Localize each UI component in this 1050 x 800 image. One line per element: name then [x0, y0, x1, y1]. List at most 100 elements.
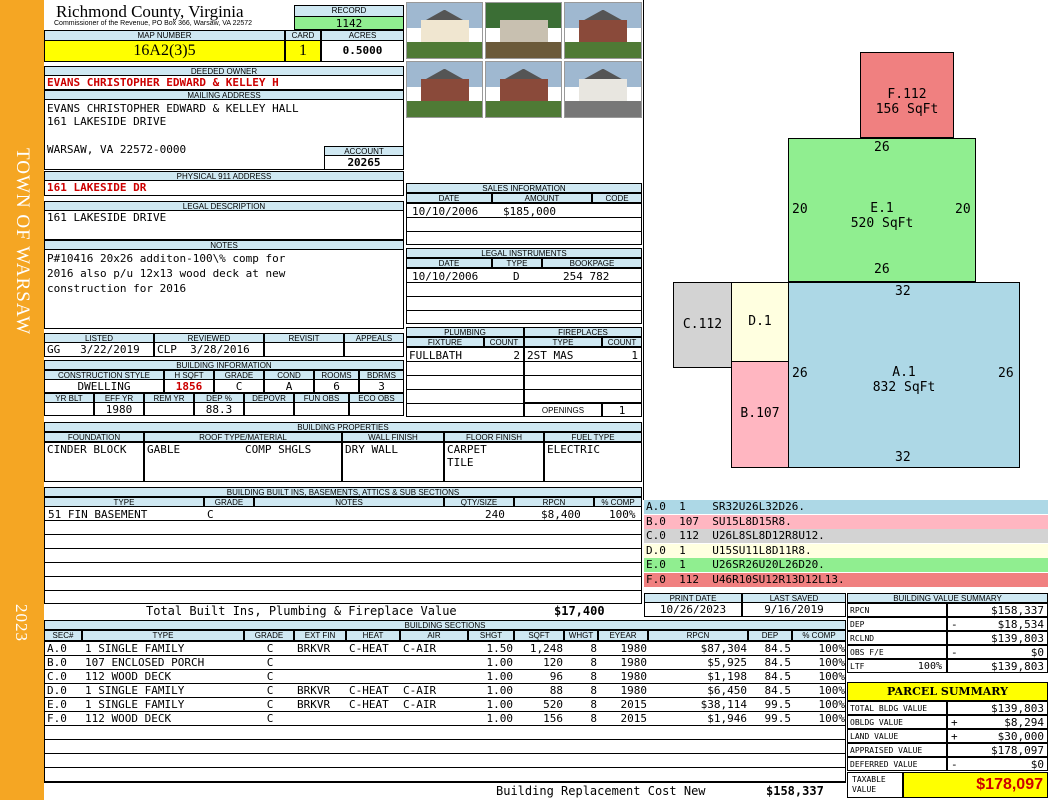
sketch-area-f[interactable]: F.112 156 SqFt: [860, 52, 954, 138]
plumbing-header: PLUMBING: [406, 327, 524, 337]
section-col-header: TYPE: [82, 630, 244, 641]
reviewed-date: 3/28/2016: [190, 343, 250, 356]
h-roof: ROOF TYPE/MATERIAL: [144, 432, 342, 442]
section-cell: 1.00: [486, 698, 514, 711]
section-col-header: EXT FIN: [294, 630, 346, 641]
section-row: D.0 1 SINGLE FAMILY C BRKVR C-HEAT C-AIR 1.00 8…: [45, 684, 845, 698]
listed-by: GG: [47, 343, 61, 356]
floor-2: TILE: [447, 456, 474, 469]
segment-row: A.0 1 SR32U26L32D26.: [644, 500, 1048, 514]
fuel-value: ELECTRIC: [544, 442, 642, 482]
parcel-amount: + $8,294: [947, 715, 1048, 729]
li-type: D: [513, 270, 520, 283]
section-cell: 8: [590, 684, 597, 697]
section-cell: C-AIR: [403, 642, 437, 655]
section-cell: 84.5: [764, 656, 792, 669]
account-value: 20265: [324, 155, 404, 170]
property-photo-6[interactable]: [564, 61, 642, 118]
section-col-header: WHGT: [564, 630, 598, 641]
value-summary-row: RCLND $139,803: [847, 631, 1048, 645]
section-cell: 156: [543, 712, 563, 725]
roof-material: COMP SHGLS: [245, 443, 312, 456]
sales-h-date: DATE: [406, 193, 492, 203]
bdrms-value: 3: [359, 379, 404, 393]
property-photo-2[interactable]: [485, 2, 562, 59]
segment-row: E.0 1 U26SR26U20L26D20.: [644, 558, 1048, 572]
remyr-value: [144, 402, 194, 416]
section-cell: 8: [590, 698, 597, 711]
bi-grade: C: [207, 508, 214, 521]
legal-instr-table: 10/10/2006 D 254 782: [406, 268, 642, 324]
legal-description: 161 LAKESIDE DRIVE: [44, 210, 404, 240]
appeals-value: [344, 342, 404, 357]
property-photo-3[interactable]: [564, 2, 642, 59]
section-cell: C-HEAT: [349, 684, 389, 697]
last-saved: 9/16/2019: [742, 602, 846, 617]
value-summary-row: DEP - $18,534: [847, 617, 1048, 631]
legal-instr-header: LEGAL INSTRUMENTS: [406, 248, 642, 258]
sections-total-label: Building Replacement Cost New: [496, 784, 706, 798]
sketch-area-a[interactable]: A.1 832 SqFt: [788, 282, 1020, 468]
section-cell: C-HEAT: [349, 698, 389, 711]
yrblt-value: [44, 402, 94, 416]
section-cell: 1980: [620, 670, 648, 683]
section-cell: F.0: [47, 712, 67, 725]
foundation-value: CINDER BLOCK: [44, 442, 144, 482]
plumb-h-fixture: FIXTURE: [406, 337, 484, 347]
ecoobs-value: [349, 402, 404, 416]
section-col-header: GRADE: [244, 630, 294, 641]
wall-value: DRY WALL: [342, 442, 444, 482]
section-cell: C: [266, 642, 274, 655]
taxable-label: TAXABLE VALUE: [847, 772, 903, 798]
sketch-area-d[interactable]: D.1: [731, 282, 789, 362]
plumb-fixture: FULLBATH: [409, 349, 462, 362]
section-cell: 100%: [818, 698, 846, 711]
county-title: Richmond County, Virginia: [56, 2, 244, 21]
value-amount: - $0: [947, 645, 1048, 659]
value-amount: $158,337: [947, 603, 1048, 617]
notes-line-2: 2016 also p/u 12x13 wood deck at new: [47, 267, 286, 280]
parcel-row: OBLDG VALUE + $8,294: [847, 715, 1048, 729]
listed-value: GG 3/22/2019: [44, 342, 154, 357]
dim-a-right: 26: [998, 366, 1014, 381]
li-book: 254 782: [563, 270, 610, 283]
section-cell: BRKVR: [297, 684, 331, 697]
bi-rpcn: $8,400: [541, 508, 581, 521]
sketch-area-c[interactable]: C.112: [673, 282, 732, 368]
section-cell: BRKVR: [297, 642, 331, 655]
section-cell: 8: [590, 656, 597, 669]
parcel-summary-header: PARCEL SUMMARY: [847, 682, 1048, 701]
parcel-row: DEFERRED VALUE - $0: [847, 757, 1048, 771]
section-cell: 84.5: [764, 642, 792, 655]
property-photo-1[interactable]: [406, 2, 483, 59]
property-photo-4[interactable]: [406, 61, 483, 118]
value-label: RPCN: [847, 603, 947, 617]
floor-1: CARPET: [447, 443, 487, 456]
notes-line-1: P#10416 20x26 additon-100\% comp for: [47, 252, 286, 265]
revisit-value: [264, 342, 344, 357]
sections-table: A.0 1 SINGLE FAMILY C BRKVR C-HEAT C-AIR 1.50 1…: [44, 641, 846, 783]
section-cell: 96: [549, 670, 563, 683]
section-cell: $1,198: [707, 670, 747, 683]
parcel-amount: - $0: [947, 757, 1048, 771]
section-col-header: DEP: [748, 630, 792, 641]
property-photo-5[interactable]: [485, 61, 562, 118]
floor-value: CARPET TILE: [444, 442, 544, 482]
sketch-area-b[interactable]: B.107: [731, 361, 789, 468]
notes-line-3: construction for 2016: [47, 282, 187, 295]
value-summary-row: LTF 100% $139,803: [847, 659, 1048, 673]
section-cell: C: [266, 712, 274, 725]
value-label: DEP: [847, 617, 947, 631]
acres-value: 0.5000: [321, 40, 404, 62]
fp-h-count: COUNT: [602, 337, 642, 347]
section-cell: 1 SINGLE FAMILY: [85, 698, 185, 711]
h-foundation: FOUNDATION: [44, 432, 144, 442]
sketch-area-e[interactable]: E.1 520 SqFt: [788, 138, 976, 282]
section-cell: 1.00: [486, 656, 514, 669]
dim-a-top: 32: [895, 284, 911, 299]
section-row: F.0 112 WOOD DECK C 1.00 156 8 2015 $1,946 99.5 1…: [45, 712, 845, 726]
town-label: TOWN OF WARSAW: [12, 148, 33, 336]
parcel-label: LAND VALUE: [847, 729, 947, 743]
section-cell: $1,946: [707, 712, 747, 725]
parcel-row: TOTAL BLDG VALUE $139,803: [847, 701, 1048, 715]
